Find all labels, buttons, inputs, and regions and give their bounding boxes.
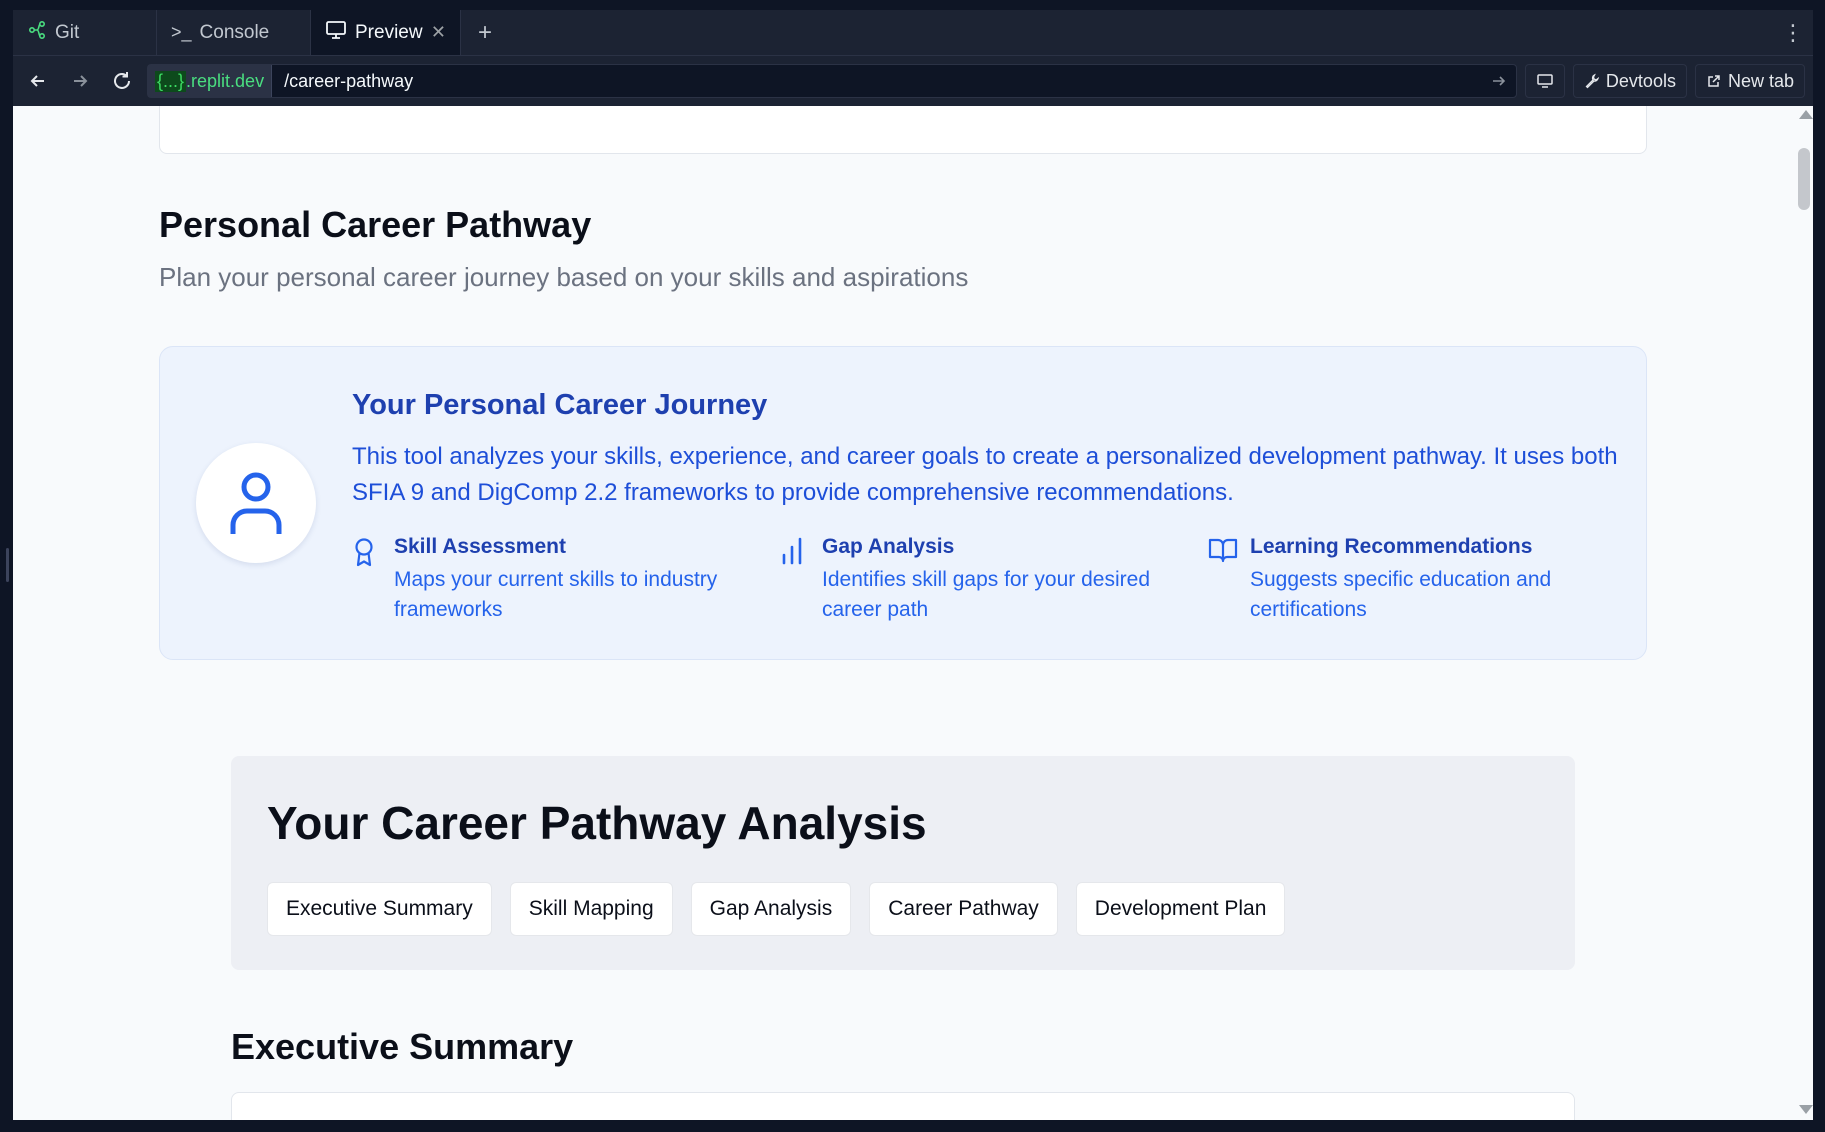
user-avatar — [196, 443, 316, 563]
feature-description: Identifies skill gaps for your desired c… — [822, 568, 1150, 621]
tab-development-plan[interactable]: Development Plan — [1075, 882, 1286, 936]
tab-preview[interactable]: Preview ✕ — [311, 10, 461, 55]
url-host-domain: .replit.dev — [186, 70, 265, 91]
feature-description: Suggests specific education and certific… — [1250, 568, 1552, 621]
tab-skill-mapping[interactable]: Skill Mapping — [509, 882, 673, 936]
user-icon — [230, 472, 282, 534]
feature-gap-analysis: Gap Analysis Identifies skill gaps for y… — [780, 535, 1180, 625]
tab-career-pathway[interactable]: Career Pathway — [869, 882, 1058, 936]
executive-summary-card — [231, 1092, 1575, 1120]
reload-button[interactable] — [105, 64, 139, 98]
screen-icon — [1537, 74, 1553, 88]
scroll-down-arrow-icon[interactable] — [1799, 1105, 1813, 1114]
forward-button[interactable] — [63, 64, 97, 98]
feature-title: Learning Recommendations — [1250, 535, 1533, 558]
bar-chart-icon — [780, 535, 808, 625]
journey-title: Your Personal Career Journey — [352, 389, 768, 421]
monitor-icon — [325, 20, 347, 46]
award-icon — [352, 535, 380, 625]
tab-git-label: Git — [55, 21, 80, 43]
tab-console-label: Console — [199, 21, 270, 43]
tab-executive-summary[interactable]: Executive Summary — [267, 882, 492, 936]
preview-viewport: Personal Career Pathway Plan your person… — [13, 106, 1795, 1120]
tab-gap-analysis[interactable]: Gap Analysis — [690, 882, 852, 936]
tab-bar-spacer — [509, 10, 1773, 55]
scroll-thumb[interactable] — [1798, 148, 1810, 210]
device-toggle-button[interactable] — [1524, 64, 1565, 98]
reload-icon — [114, 72, 130, 89]
scroll-up-arrow-icon[interactable] — [1799, 110, 1813, 119]
new-tab-label: New tab — [1727, 70, 1794, 91]
feature-description: Maps your current skills to industry fra… — [394, 568, 718, 621]
page-subtitle: Plan your personal career journey based … — [159, 262, 969, 292]
career-analysis-panel: Your Career Pathway Analysis Executive S… — [231, 756, 1575, 970]
back-button[interactable] — [21, 64, 55, 98]
ide-tab-bar: Git >_ Console Preview ✕ + ⋮ — [13, 10, 1813, 56]
tab-git[interactable]: Git — [13, 10, 157, 55]
analysis-tabs: Executive Summary Skill Mapping Gap Anal… — [267, 882, 1286, 936]
arrow-right-icon — [74, 75, 88, 87]
analysis-title: Your Career Pathway Analysis — [267, 797, 927, 849]
external-link-icon — [1708, 75, 1720, 87]
close-icon[interactable]: ✕ — [431, 22, 446, 43]
more-menu-icon[interactable]: ⋮ — [1773, 10, 1813, 55]
url-go-icon[interactable] — [1482, 73, 1516, 89]
url-host: {...} .replit.dev — [148, 65, 273, 97]
devtools-button[interactable]: Devtools — [1572, 64, 1687, 98]
executive-summary-heading: Executive Summary — [231, 1026, 574, 1067]
git-icon — [27, 20, 47, 46]
panel-resize-handle[interactable] — [6, 548, 9, 582]
url-path-input[interactable]: /career-pathway — [272, 71, 1482, 92]
wrench-icon — [1585, 73, 1600, 89]
devtools-label: Devtools — [1605, 70, 1676, 91]
terminal-icon: >_ — [171, 22, 192, 42]
journey-description: This tool analyzes your skills, experien… — [352, 443, 1618, 506]
feature-title: Skill Assessment — [394, 535, 566, 558]
add-tab-button[interactable]: + — [461, 10, 509, 55]
book-open-icon — [1208, 535, 1238, 625]
arrow-left-icon — [30, 75, 44, 87]
tab-console[interactable]: >_ Console — [157, 10, 311, 55]
viewport-scrollbar[interactable] — [1795, 106, 1813, 1120]
page-title: Personal Career Pathway — [159, 204, 592, 245]
feature-title: Gap Analysis — [822, 535, 955, 558]
preview-toolbar: {...} .replit.dev /career-pathway Devtool… — [13, 56, 1813, 106]
url-bar[interactable]: {...} .replit.dev /career-pathway — [147, 64, 1517, 98]
new-tab-button[interactable]: New tab — [1694, 64, 1805, 98]
career-journey-card: Your Personal Career Journey This tool a… — [159, 346, 1647, 660]
feature-skill-assessment: Skill Assessment Maps your current skill… — [352, 535, 752, 625]
feature-learning-recommendations: Learning Recommendations Suggests specif… — [1208, 535, 1608, 625]
top-card — [159, 106, 1647, 154]
url-host-braces: {...} — [155, 70, 187, 92]
tab-preview-label: Preview — [355, 21, 423, 43]
